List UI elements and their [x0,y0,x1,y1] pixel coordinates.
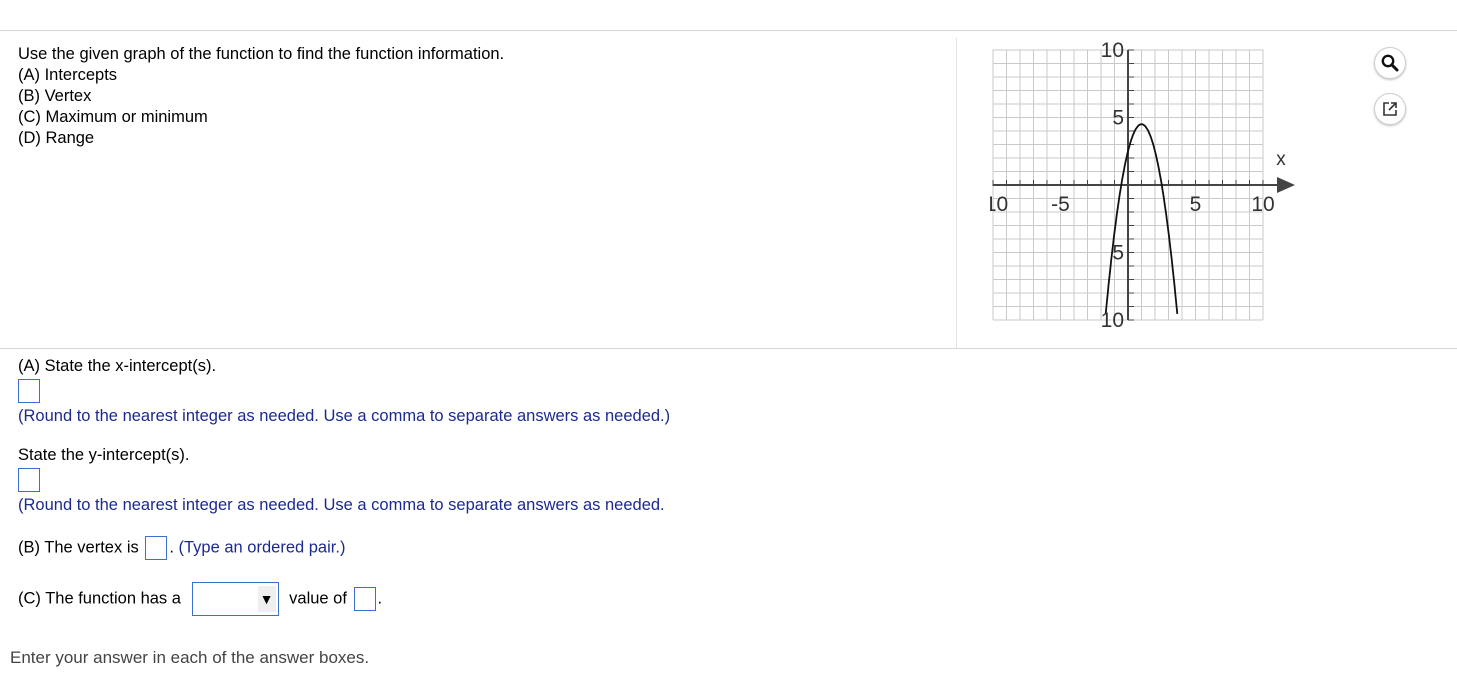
x-intercept-hint: (Round to the nearest integer as needed.… [18,407,671,425]
question-part-a: (A) Intercepts [18,66,118,84]
question-part-b: (B) Vertex [18,87,92,105]
max-min-dropdown[interactable]: ▼ [191,582,279,616]
y-tick-label: 5 [1112,107,1124,130]
top-divider [0,30,1457,31]
extremum-value-input[interactable] [353,587,376,611]
y-intercept-hint: (Round to the nearest integer as needed.… [18,496,665,514]
function-graph: -10 -5 5 10 10 5 5 10 x [978,33,1330,333]
y-intercept-prompt: State the y-intercept(s). [18,446,190,464]
question-intro: Use the given graph of the function to f… [18,45,505,63]
x-intercept-prompt: (A) State the x-intercept(s). [18,357,217,375]
question-text: Use the given graph of the function to f… [18,44,504,149]
y-tick-label: 5 [1112,242,1124,265]
extremum-prefix: (C) The function has a [18,589,181,608]
x-tick-label: 10 [1251,193,1274,216]
vertex-suffix: . [169,538,174,557]
extremum-suffix: . [377,589,383,608]
vertex-hint: (Type an ordered pair.) [178,538,346,557]
dropdown-arrow-icon: ▼ [257,586,276,612]
extremum-row: (C) The function has a ▼ value of . [18,582,382,616]
section-divider [0,348,1457,349]
question-part-d: (D) Range [18,129,95,147]
x-tick-label: 5 [1190,193,1202,216]
x-tick-label: -5 [1051,193,1070,216]
vertex-prefix: (B) The vertex is [18,538,139,557]
y-tick-label: 10 [1101,39,1124,62]
extremum-middle: value of [289,589,347,608]
popout-button[interactable] [1374,93,1406,125]
question-part-c: (C) Maximum or minimum [18,108,208,126]
x-tick-label: -10 [990,193,1008,216]
magnifier-icon [1381,54,1399,72]
vertex-input[interactable] [145,536,168,560]
vertex-row: (B) The vertex is . (Type an ordered pai… [18,536,345,560]
column-divider [956,38,957,348]
y-intercept-input[interactable] [18,468,40,492]
zoom-button[interactable] [1374,47,1406,79]
graph-canvas: -10 -5 5 10 10 5 5 10 x [978,39,1295,332]
status-message: Enter your answer in each of the answer … [10,648,370,667]
y-tick-label: 10 [1101,309,1124,332]
popout-icon [1383,102,1397,116]
x-axis-label: x [1276,149,1286,170]
x-intercept-input[interactable] [18,379,40,403]
